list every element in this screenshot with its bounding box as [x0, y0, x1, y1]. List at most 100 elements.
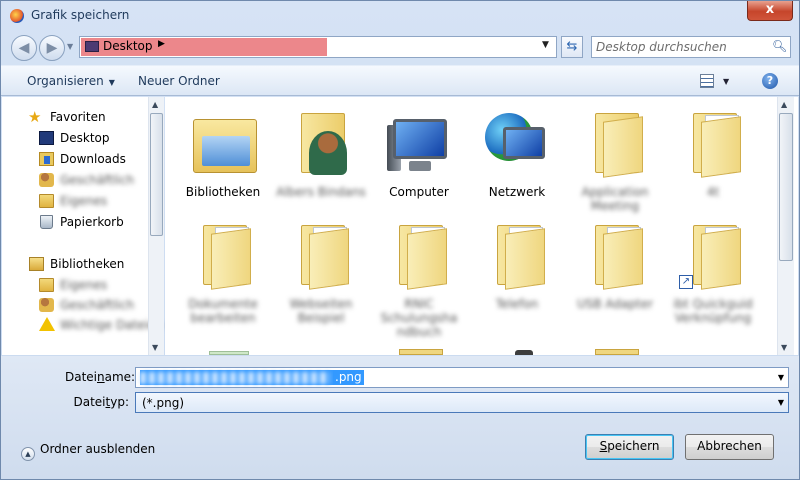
- file-item-label: ibt Quickguid Verknüpfung: [673, 297, 753, 325]
- desktop-icon: [39, 131, 54, 145]
- refresh-icon[interactable]: ⇆: [561, 36, 583, 58]
- organize-label: Organisieren: [27, 74, 104, 88]
- tree-item-label: Papierkorb: [60, 215, 124, 229]
- save-options-panel: Dateiname: .png ▼ Dateityp: (*.png) ▼ ▲ O…: [1, 356, 799, 479]
- firefox-icon: [10, 9, 24, 23]
- navigation-bar: ◀ ▶ ▼ Desktop ▶ ▼ ⇆ 🔍︎: [1, 31, 799, 65]
- file-item-network[interactable]: Netzwerk: [469, 105, 565, 199]
- libraries-icon: [29, 257, 44, 271]
- computer-icon: [383, 105, 455, 177]
- save-dialog-window: Grafik speichern x ◀ ▶ ▼ Desktop ▶ ▼ ⇆ 🔍…: [0, 0, 800, 480]
- file-list-scrollbar[interactable]: ▲ ▼: [777, 97, 794, 355]
- file-item-libraries[interactable]: Bibliotheken: [175, 105, 271, 199]
- hide-folders-label: Ordner ausblenden: [40, 442, 156, 456]
- file-item-label: Dokumente bearbeiten: [188, 297, 258, 325]
- close-button[interactable]: x: [747, 1, 793, 21]
- navigation-pane: ★ Favoriten Desktop Downloads Geschäftli…: [2, 97, 164, 355]
- file-item-label: Application Meeting: [581, 185, 649, 213]
- filename-dropdown-icon[interactable]: ▼: [778, 373, 784, 382]
- tree-item-label: Downloads: [60, 152, 126, 166]
- file-item-folder[interactable]: USB Adapter: [567, 217, 663, 311]
- file-item-label: Netzwerk: [488, 185, 546, 199]
- tree-item-label: Bibliotheken: [50, 257, 125, 271]
- breadcrumb-chevron-icon[interactable]: ▶: [158, 39, 165, 49]
- search-input[interactable]: [596, 39, 768, 55]
- address-crumb-desktop[interactable]: Desktop: [103, 39, 153, 53]
- file-item-label: 4t: [706, 185, 720, 199]
- tree-item-label: Eigenes: [60, 278, 108, 292]
- user-folder-icon: [39, 298, 54, 312]
- file-item-label: USB Adapter: [576, 297, 654, 311]
- address-dropdown-icon[interactable]: ▼: [542, 40, 549, 50]
- organize-button[interactable]: Organisieren ▼: [27, 74, 115, 88]
- scrollbar-thumb[interactable]: [779, 113, 793, 261]
- user-folder-icon: [39, 278, 54, 292]
- file-item-folder[interactable]: Telefon: [469, 217, 565, 311]
- file-item-label: Webseiten Beispiel: [289, 297, 353, 325]
- folder-icon: [579, 105, 651, 178]
- downloads-icon: [39, 152, 54, 166]
- filetype-dropdown-icon[interactable]: ▼: [778, 398, 784, 407]
- scroll-up-arrow-icon[interactable]: ▲: [152, 100, 158, 109]
- folder-icon: [481, 217, 553, 290]
- view-options-chevron-down-icon[interactable]: ▼: [723, 77, 729, 86]
- file-item-folder-shortcut[interactable]: ↗ ibt Quickguid Verknüpfung: [665, 217, 761, 325]
- folder-icon: [579, 217, 651, 290]
- help-icon[interactable]: ?: [762, 73, 778, 89]
- address-bar[interactable]: Desktop ▶ ▼: [79, 36, 557, 58]
- filename-label: Dateiname:: [65, 370, 136, 384]
- scroll-down-arrow-icon[interactable]: ▼: [781, 343, 787, 352]
- folder-icon: [383, 217, 455, 290]
- window-title: Grafik speichern: [31, 8, 130, 22]
- file-item-user[interactable]: Albers Bindans: [273, 105, 369, 199]
- file-item-folder[interactable]: Application Meeting: [567, 105, 663, 213]
- filename-input[interactable]: .png ▼: [135, 367, 789, 388]
- collapse-chevron-up-icon: ▲: [21, 447, 35, 461]
- filetype-label: Dateityp:: [73, 395, 130, 409]
- folder-icon: [677, 105, 749, 178]
- title-bar: Grafik speichern x: [1, 1, 799, 31]
- cancel-button[interactable]: Abbrechen: [685, 434, 774, 460]
- file-item-partial[interactable]: [567, 347, 663, 355]
- folder-shortcut-icon: ↗: [677, 217, 749, 290]
- forward-button[interactable]: ▶: [39, 35, 65, 61]
- hide-folders-toggle[interactable]: ▲ Ordner ausblenden: [21, 442, 155, 461]
- navigation-pane-scrollbar[interactable]: ▲ ▼: [148, 97, 164, 355]
- command-bar: Organisieren ▼ Neuer Ordner ▼ ?: [1, 65, 799, 96]
- file-item-label: Computer: [389, 185, 449, 199]
- scroll-down-arrow-icon[interactable]: ▼: [152, 343, 158, 352]
- tree-item-label: Desktop: [60, 131, 110, 145]
- recycle-bin-icon: [40, 215, 53, 229]
- back-button[interactable]: ◀: [11, 35, 37, 61]
- file-item-folder[interactable]: 4t: [665, 105, 761, 199]
- file-item-folder[interactable]: Dokumente bearbeiten: [175, 217, 271, 325]
- organize-chevron-down-icon: ▼: [108, 78, 115, 87]
- file-item-label: Telefon: [495, 297, 539, 311]
- user-folder-icon: [39, 173, 54, 187]
- filetype-select[interactable]: (*.png) ▼: [135, 392, 789, 413]
- file-item-label: Bibliotheken: [185, 185, 261, 199]
- recent-pages-chevron-icon[interactable]: ▼: [67, 42, 73, 51]
- tree-item-label: Eigenes: [60, 194, 108, 208]
- file-item-partial[interactable]: [469, 347, 565, 355]
- folder-icon: [187, 217, 259, 290]
- tree-item-label: Geschäftlich: [60, 298, 135, 312]
- filetype-value: (*.png): [142, 396, 185, 410]
- file-item-computer[interactable]: Computer: [371, 105, 467, 199]
- search-box[interactable]: 🔍︎: [591, 36, 791, 58]
- shortcut-arrow-icon: ↗: [679, 275, 693, 289]
- new-folder-button[interactable]: Neuer Ordner: [138, 74, 220, 88]
- scroll-up-arrow-icon[interactable]: ▲: [781, 100, 787, 109]
- filename-selection: [140, 370, 335, 385]
- file-item-label: RNIC Schulungsha ndbuch: [380, 297, 458, 339]
- search-icon[interactable]: 🔍︎: [772, 39, 787, 53]
- file-item-partial[interactable]: [175, 347, 271, 355]
- scrollbar-thumb[interactable]: [150, 113, 163, 236]
- change-view-icon[interactable]: [700, 74, 714, 88]
- star-icon: ★: [28, 108, 42, 126]
- file-item-label: Albers Bindans: [276, 185, 366, 199]
- save-button[interactable]: Speichern: [585, 434, 674, 460]
- file-item-folder[interactable]: RNIC Schulungsha ndbuch: [371, 217, 467, 339]
- file-item-folder[interactable]: Webseiten Beispiel: [273, 217, 369, 325]
- file-item-partial[interactable]: [371, 347, 467, 355]
